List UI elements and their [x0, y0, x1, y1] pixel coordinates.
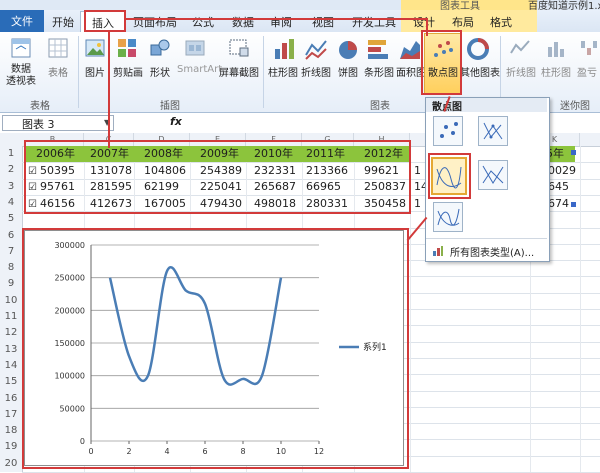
annotation-box-data — [24, 140, 411, 214]
picture-icon — [85, 39, 105, 57]
all-chart-types-link[interactable]: 所有图表类型(A)... — [450, 244, 534, 259]
area-chart-button[interactable]: 面积图 — [396, 64, 426, 79]
shapes-icon — [150, 39, 170, 56]
row-header[interactable]: 19 — [0, 441, 22, 452]
sparkline-line-icon — [510, 40, 530, 54]
data-cell[interactable]: 674 — [548, 196, 569, 212]
data-cell-partial[interactable]: 1 — [414, 196, 421, 212]
sparkline-winloss-icon — [581, 41, 597, 55]
clipart-icon — [118, 39, 136, 57]
sparkline-winloss-button[interactable]: 盈亏 — [575, 64, 599, 79]
area-chart-icon — [400, 41, 420, 59]
row-header-bar — [0, 146, 23, 472]
annotation-box-insert-tab — [84, 10, 126, 32]
row-header[interactable]: 15 — [0, 376, 22, 387]
row-header[interactable]: 13 — [0, 344, 22, 355]
scatter-straight-lines-icon — [482, 165, 504, 184]
row-header[interactable]: 6 — [0, 230, 22, 241]
row-header[interactable]: 5 — [0, 213, 22, 224]
tab-data[interactable]: 数据 — [232, 14, 254, 30]
group-separator — [263, 36, 264, 108]
scatter-smooth-lines-option[interactable] — [433, 202, 463, 232]
scatter-straight-markers-icon — [483, 122, 503, 140]
selection-handle[interactable] — [571, 202, 576, 207]
other-charts-button[interactable]: 其他图表 — [460, 64, 500, 79]
pivot-table-button[interactable]: 数据 透视表 — [4, 64, 38, 88]
row-header[interactable]: 8 — [0, 262, 22, 273]
line-chart-icon — [305, 40, 327, 60]
dropdown-divider — [426, 238, 547, 239]
line-chart-button[interactable]: 折线图 — [299, 64, 333, 79]
insert-function-button[interactable]: fx — [170, 115, 182, 128]
name-box[interactable] — [2, 115, 114, 131]
row-header[interactable]: 20 — [0, 458, 22, 469]
sparkline-column-button[interactable]: 柱形图 — [540, 64, 572, 79]
shapes-button[interactable]: 形状 — [148, 64, 172, 79]
row-header[interactable]: 14 — [0, 360, 22, 371]
pie-chart-icon — [339, 41, 357, 59]
smartart-button[interactable]: SmartArt — [177, 64, 222, 75]
other-charts-icon — [467, 38, 489, 60]
data-cell[interactable]: 645 — [548, 179, 569, 195]
name-box-value: 图表 3 — [22, 118, 55, 131]
tab-view[interactable]: 视图 — [312, 14, 334, 30]
tab-developer[interactable]: 开发工具 — [352, 14, 396, 30]
annotation-box-smooth — [428, 153, 471, 199]
annotation-arrow-line — [124, 18, 427, 20]
tab-layout[interactable]: 布局 — [452, 14, 474, 30]
scatter-straight-lines-option[interactable] — [478, 160, 508, 190]
annotation-box-chart — [22, 228, 409, 469]
row-header[interactable]: 17 — [0, 409, 22, 420]
scatter-markers-icon — [440, 122, 458, 138]
group-label-sparklines: 迷你图 — [560, 101, 590, 112]
column-chart-icon — [275, 39, 294, 59]
group-label-tables: 表格 — [30, 101, 50, 112]
picture-button[interactable]: 图片 — [84, 64, 106, 79]
table-icon — [48, 38, 68, 58]
tab-page-layout[interactable]: 页面布局 — [133, 14, 177, 30]
data-cell[interactable]: 0029 — [548, 163, 576, 179]
tab-format[interactable]: 格式 — [490, 14, 512, 30]
selection-handle[interactable] — [571, 150, 576, 155]
column-gridline — [580, 146, 581, 472]
row-header[interactable]: 3 — [0, 181, 22, 192]
row-header[interactable]: 18 — [0, 425, 22, 436]
row-header[interactable]: 2 — [0, 164, 22, 175]
row-header[interactable]: 11 — [0, 311, 22, 322]
scatter-smooth-lines-icon — [437, 208, 460, 226]
screenshot-icon — [229, 39, 249, 57]
tab-review[interactable]: 审阅 — [270, 14, 292, 30]
tab-design[interactable]: 设计 — [413, 14, 435, 30]
row-header[interactable]: 16 — [0, 393, 22, 404]
row-header[interactable]: 4 — [0, 197, 22, 208]
row-header[interactable]: 10 — [0, 295, 22, 306]
row-header[interactable]: 9 — [0, 278, 22, 289]
smartart-icon — [185, 40, 205, 56]
row-header[interactable]: 1 — [0, 148, 22, 159]
group-label-charts: 图表 — [370, 101, 390, 112]
screenshot-button[interactable]: 屏幕截图 — [218, 64, 260, 79]
pivot-table-icon — [11, 38, 31, 58]
tab-formulas[interactable]: 公式 — [192, 14, 214, 30]
group-label-illustrations: 插图 — [160, 101, 180, 112]
bar-chart-button[interactable]: 条形图 — [362, 64, 396, 79]
table-button[interactable]: 表格 — [46, 64, 70, 79]
row-header[interactable]: 12 — [0, 327, 22, 338]
sparkline-column-icon — [548, 42, 564, 57]
sparkline-line-button[interactable]: 折线图 — [505, 64, 537, 79]
annotation-box-scatter — [421, 30, 462, 95]
annotation-arrow-line — [108, 30, 110, 148]
scatter-markers-only-option[interactable] — [433, 116, 463, 146]
column-chart-button[interactable]: 柱形图 — [266, 64, 300, 79]
row-header[interactable]: 7 — [0, 246, 22, 257]
bar-chart-icon — [368, 40, 388, 59]
scatter-straight-markers-option[interactable] — [478, 116, 508, 146]
pie-chart-button[interactable]: 饼图 — [336, 64, 360, 79]
tab-home[interactable]: 开始 — [52, 14, 74, 30]
data-cell-partial[interactable]: 1 — [414, 163, 421, 179]
all-chart-types-icon — [433, 246, 443, 256]
tab-file[interactable]: 文件 — [0, 10, 44, 32]
group-separator — [78, 36, 79, 108]
clipart-button[interactable]: 剪贴画 — [112, 64, 144, 79]
